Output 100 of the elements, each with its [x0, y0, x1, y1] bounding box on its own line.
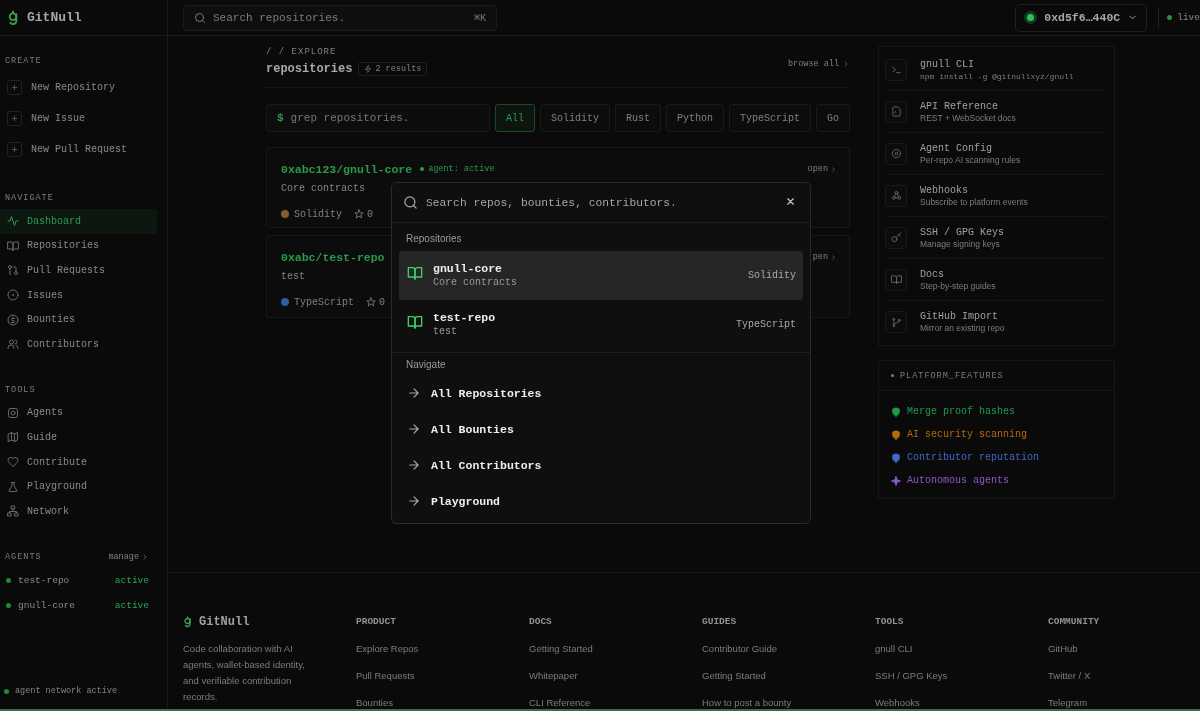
section-title: AGENTS: [4, 550, 42, 563]
tool-description: Mirror an existing repo: [920, 323, 1005, 334]
tool-link[interactable]: Agent Config Per-repo AI scanning rules: [885, 133, 1108, 175]
search-field[interactable]: Search repositories. ⌘K: [183, 4, 497, 31]
footer-link[interactable]: SSH / GPG Keys: [875, 670, 948, 682]
tool-description: Manage signing keys: [920, 238, 1001, 250]
footer-link[interactable]: gnull CLI: [875, 643, 913, 655]
tool-title: Docs: [920, 267, 945, 281]
create-item[interactable]: New Pull Request: [0, 134, 167, 165]
agent-status: active: [114, 599, 149, 611]
repo-name[interactable]: 0xabc/test-repo: [281, 250, 385, 264]
chevron-right-icon: [830, 253, 837, 261]
footer-link[interactable]: Webhooks: [875, 697, 920, 709]
nav-item[interactable]: Guide: [0, 425, 157, 450]
footer-link[interactable]: GitHub: [1048, 643, 1078, 655]
nav-item[interactable]: Playground: [0, 474, 157, 499]
footer-link[interactable]: How to post a bounty: [702, 697, 792, 709]
book-icon: [7, 239, 19, 252]
pull-request-icon: [7, 264, 19, 277]
open-link[interactable]: pen: [812, 252, 837, 262]
nav-item[interactable]: Bounties: [0, 307, 157, 332]
navigate-result[interactable]: All Contributors: [399, 447, 803, 483]
footer-link[interactable]: CLI Reference: [529, 697, 591, 709]
tool-link[interactable]: gnull CLI npm install -g @gitnullxyz/gnull: [885, 49, 1108, 91]
footer-heading: DOCS: [529, 616, 553, 628]
filter-chip[interactable]: TypeScript: [728, 104, 811, 132]
footer-link[interactable]: Bounties: [356, 697, 393, 709]
footer-link[interactable]: Twitter / X: [1048, 670, 1091, 682]
flask-icon: [7, 480, 19, 493]
tool-link[interactable]: API Reference REST + WebSocket docs: [885, 91, 1108, 133]
repo-result[interactable]: test-repo test TypeScript: [399, 300, 803, 349]
filter-chip[interactable]: Solidity: [539, 104, 610, 132]
navigate-result[interactable]: All Repositories: [399, 375, 803, 411]
tool-title: GitHub Import: [920, 310, 999, 323]
status-dot: [6, 577, 11, 583]
arrow-right-icon: [407, 422, 421, 436]
arrow-right-icon: [407, 494, 421, 508]
create-item[interactable]: New Repository: [0, 72, 167, 103]
open-link[interactable]: open: [807, 164, 837, 174]
feature-label: Merge proof hashes: [907, 406, 1016, 417]
nav-item[interactable]: Contribute: [0, 449, 157, 475]
footer-link[interactable]: Telegram: [1048, 697, 1088, 709]
filter-chip[interactable]: All: [494, 104, 535, 132]
coin-icon: [7, 313, 19, 326]
manage-link[interactable]: manage: [108, 551, 149, 562]
tool-link[interactable]: SSH / GPG Keys Manage signing keys: [885, 217, 1108, 259]
logo-icon: [7, 9, 19, 26]
repo-search-field[interactable]: $ grep repositories.: [266, 104, 490, 132]
tool-link[interactable]: Docs Step-by-step guides: [885, 259, 1108, 301]
page-title: repositories: [266, 62, 353, 76]
repo-name[interactable]: 0xabc123/gnull-core: [281, 162, 413, 176]
wallet-button[interactable]: 0xd5f6…440C: [1015, 3, 1148, 32]
arrow-right-icon: [407, 386, 421, 400]
palette-search-field[interactable]: Search repos, bounties, contributors.: [392, 183, 810, 223]
footer-link[interactable]: Contributor Guide: [702, 643, 777, 655]
status-dot: [4, 688, 9, 694]
wallet-status-icon: [1024, 11, 1038, 24]
result-name: gnull-core: [433, 262, 503, 276]
nav-item[interactable]: Issues: [0, 282, 157, 308]
tool-title: API Reference: [920, 99, 999, 113]
navigate-result[interactable]: All Bounties: [399, 411, 803, 447]
book-icon: [407, 314, 423, 330]
filter-chip[interactable]: Go: [816, 104, 850, 132]
result-name: test-repo: [433, 311, 496, 325]
nav-item[interactable]: Dashboard: [0, 209, 157, 234]
activity-icon: [7, 215, 19, 228]
map-icon: [7, 431, 19, 444]
tool-link[interactable]: Webhooks Subscribe to platform events: [885, 175, 1108, 217]
language-label: Solidity: [748, 270, 796, 281]
tool-description: Subscribe to platform events: [920, 196, 1028, 208]
footer-brand[interactable]: GitNull: [199, 615, 250, 629]
footer-link[interactable]: Getting Started: [702, 670, 766, 682]
tool-description: Per-repo AI scanning rules: [920, 154, 1021, 166]
search-icon: [194, 11, 206, 24]
footer-heading: GUIDES: [702, 616, 738, 628]
filter-chip[interactable]: Python: [665, 104, 724, 132]
nav-item[interactable]: Pull Requests: [0, 258, 157, 283]
tool-link[interactable]: GitHub Import Mirror an existing repo: [885, 301, 1108, 343]
repo-result[interactable]: gnull-core Core contracts Solidity: [399, 251, 803, 300]
agent-name[interactable]: test-repo: [18, 574, 70, 586]
agent-name[interactable]: gnull-core: [18, 599, 75, 611]
status-dot: [1167, 15, 1173, 20]
footer-link[interactable]: Pull Requests: [356, 670, 415, 682]
nav-item[interactable]: Contributors: [0, 331, 157, 357]
create-item[interactable]: New Issue: [0, 103, 167, 134]
nav-item[interactable]: Repositories: [0, 233, 157, 259]
nav-item[interactable]: Agents: [0, 400, 157, 426]
footer-link[interactable]: Explore Repos: [356, 643, 419, 655]
language-label: TypeScript: [736, 319, 796, 330]
browse-all-link[interactable]: browse all: [788, 59, 850, 69]
footer-link[interactable]: Whitepaper: [529, 670, 578, 682]
star-count: 0: [367, 208, 374, 220]
network-status: agent network active: [15, 686, 118, 696]
navigate-result[interactable]: Playground: [399, 483, 803, 519]
feature-label: AI security scanning: [907, 429, 1028, 440]
footer-link[interactable]: Getting Started: [529, 643, 593, 655]
nav-item[interactable]: Network: [0, 498, 157, 524]
filter-chip[interactable]: Rust: [614, 104, 661, 132]
brand-name[interactable]: GitNull: [27, 10, 82, 25]
network-icon: [7, 505, 19, 518]
